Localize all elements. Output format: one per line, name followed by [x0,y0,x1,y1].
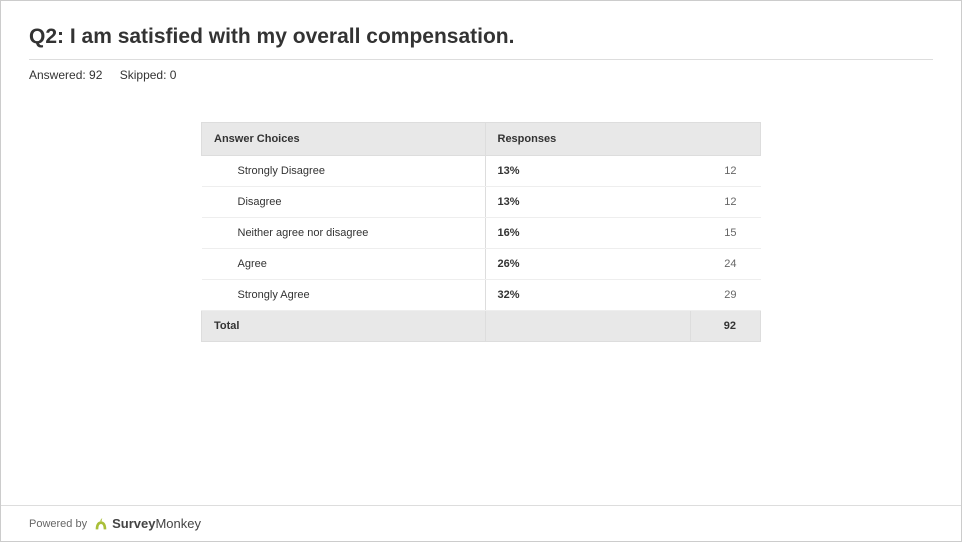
table-row: Strongly Agree 32% 29 [202,280,761,311]
choice-count: 12 [691,156,761,187]
table-row: Agree 26% 24 [202,249,761,280]
choice-count: 24 [691,249,761,280]
skipped-count: Skipped: 0 [120,68,177,82]
powered-by-label: Powered by [29,518,87,530]
choice-count: 29 [691,280,761,311]
divider [29,59,933,60]
surveymonkey-icon [93,517,109,531]
response-stats: Answered: 92 Skipped: 0 [29,68,933,82]
choice-percent: 13% [485,187,691,218]
answered-count: Answered: 92 [29,68,102,82]
table-row: Strongly Disagree 13% 12 [202,156,761,187]
header-responses: Responses [485,123,761,156]
choice-label: Strongly Agree [202,280,486,311]
surveymonkey-text: SurveyMonkey [112,516,201,531]
total-row: Total 92 [202,311,761,342]
total-count: 92 [691,311,761,342]
choice-label: Neither agree nor disagree [202,218,486,249]
surveymonkey-logo: SurveyMonkey [93,516,201,531]
total-percent [485,311,691,342]
choice-percent: 32% [485,280,691,311]
header-answer-choices: Answer Choices [202,123,486,156]
choice-percent: 26% [485,249,691,280]
choice-percent: 13% [485,156,691,187]
choice-percent: 16% [485,218,691,249]
footer: Powered by SurveyMonkey [1,505,961,541]
choice-label: Agree [202,249,486,280]
table-row: Neither agree nor disagree 16% 15 [202,218,761,249]
table-row: Disagree 13% 12 [202,187,761,218]
choice-count: 15 [691,218,761,249]
question-title: Q2: I am satisfied with my overall compe… [29,25,933,49]
choice-count: 12 [691,187,761,218]
total-label: Total [202,311,486,342]
choice-label: Strongly Disagree [202,156,486,187]
choice-label: Disagree [202,187,486,218]
results-table: Answer Choices Responses Strongly Disagr… [201,122,761,342]
